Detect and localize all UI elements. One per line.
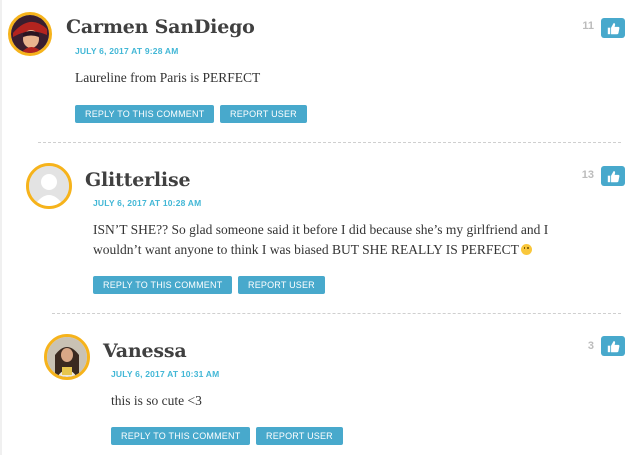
avatar[interactable] [8,12,52,56]
like-button[interactable] [601,166,625,186]
carmen-avatar-image [11,15,49,53]
comment-text: ISN’T SHE?? So glad someone said it befo… [93,220,603,260]
comment-divider [52,313,621,314]
reply-button[interactable]: REPLY TO THIS COMMENT [93,276,233,294]
reply-button[interactable]: REPLY TO THIS COMMENT [111,427,251,445]
comment-author[interactable]: Vanessa [103,340,187,362]
smiley-emoji-icon [520,244,532,255]
default-user-icon [29,166,69,206]
comment-text-segment: wouldn’t want anyone to think I was bias… [93,242,519,257]
thumbs-up-icon [607,22,619,34]
comment-divider [38,142,621,143]
comment-text: Laureline from Paris is PERFECT [75,70,261,85]
like-count: 11 [582,20,594,32]
like-count: 13 [581,169,594,181]
report-user-button[interactable]: REPORT USER [256,427,343,445]
comment-text: this is so cute <3 [111,393,202,408]
vanessa-avatar-image [47,337,87,377]
comment-author[interactable]: Glitterlise [85,169,191,191]
report-user-button[interactable]: REPORT USER [238,276,325,294]
comment-author[interactable]: Carmen SanDiego [66,16,255,38]
report-user-button[interactable]: REPORT USER [220,105,307,123]
comment-date[interactable]: JULY 6, 2017 AT 10:28 AM [93,198,201,208]
thumbs-up-icon [607,170,619,182]
like-button[interactable] [601,18,625,38]
comment-text-line: wouldn’t want anyone to think I was bias… [93,240,603,260]
avatar[interactable] [26,163,72,209]
like-button[interactable] [601,336,625,356]
comment-date[interactable]: JULY 6, 2017 AT 10:31 AM [111,369,219,379]
avatar[interactable] [44,334,90,380]
thumbs-up-icon [607,340,619,352]
reply-button[interactable]: REPLY TO THIS COMMENT [75,105,215,123]
page-edge [0,0,2,455]
comment-text-line: ISN’T SHE?? So glad someone said it befo… [93,222,549,237]
comment-date[interactable]: JULY 6, 2017 AT 9:28 AM [75,46,179,56]
like-count: 3 [587,340,594,352]
